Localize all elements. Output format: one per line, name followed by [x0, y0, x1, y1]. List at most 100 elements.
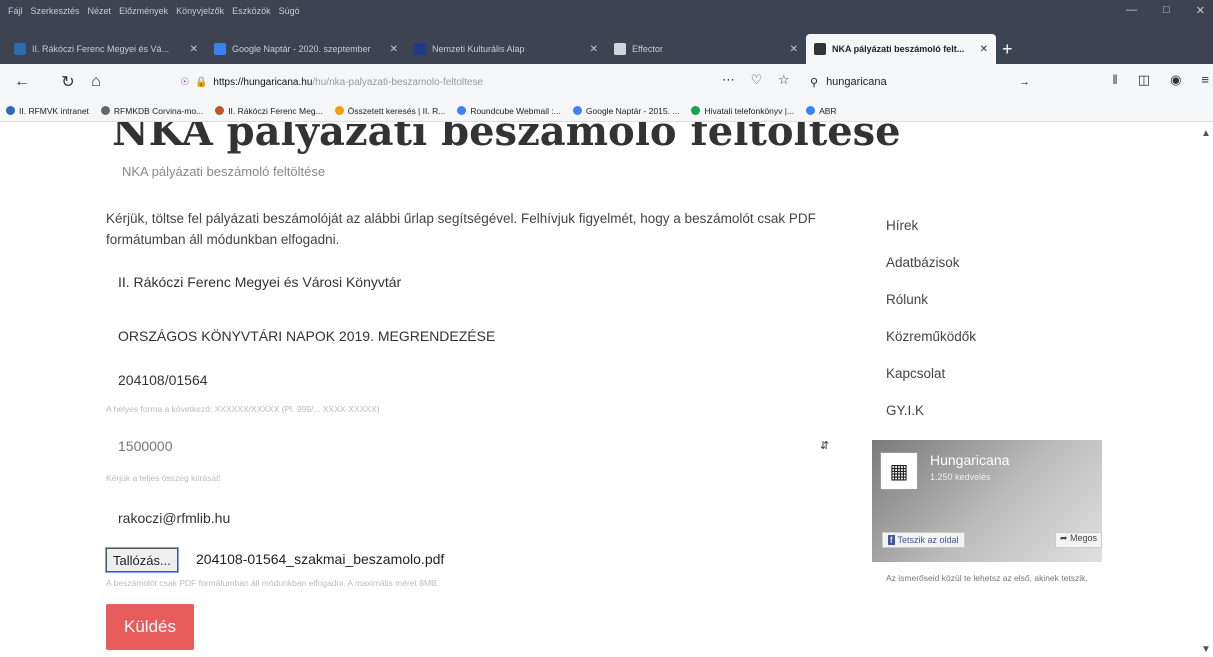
hungaricana-favicon-icon — [814, 43, 826, 55]
library-icon[interactable]: ‖ — [1112, 72, 1117, 88]
bookmark-item[interactable]: RFMKDB Corvina-mo... — [100, 106, 203, 116]
sidebar-item-databases[interactable]: Adatbázisok — [886, 255, 976, 292]
sidebar-item-contributors[interactable]: Közreműködők — [886, 329, 976, 366]
bookmark-item[interactable]: Összetett keresés | II. R... — [334, 105, 446, 116]
search-input[interactable]: ⚲ hungaricana → — [810, 70, 1030, 94]
bookmark-item[interactable]: II. RFMVK intranet — [6, 106, 89, 116]
library-favicon-icon — [14, 43, 26, 55]
menu-item-edit[interactable]: Szerkesztés — [31, 6, 80, 16]
sidebar-item-faq[interactable]: GY.I.K — [886, 403, 976, 440]
close-tab-icon[interactable]: ✕ — [390, 44, 398, 55]
scroll-up-icon[interactable]: ▲ — [1201, 128, 1211, 139]
search-value: hungaricana — [826, 76, 887, 88]
tab-rakoczi[interactable]: II. Rákóczi Ferenc Megyei és Vá... ✕ — [6, 34, 206, 64]
search-icon: ⚲ — [810, 76, 819, 89]
tab-title: NKA pályázati beszámoló felt... — [832, 44, 965, 54]
fb-page-name[interactable]: Hungaricana — [930, 452, 1009, 468]
search-go-arrow-icon[interactable]: → — [1019, 76, 1030, 88]
url-host: https://hungaricana.hu — [213, 76, 313, 88]
browser-chrome: Fájl Szerkesztés Nézet Előzmények Könyvj… — [0, 0, 1213, 122]
tab-title: Nemzeti Kulturális Alap — [432, 44, 525, 54]
bookmark-label: Roundcube Webmail :... — [470, 105, 561, 116]
amount-select[interactable]: 1500000 — [118, 438, 173, 454]
url-path: /hu/nka-palyazati-beszamolo-feltoltese — [312, 76, 484, 88]
sidebar-item-news[interactable]: Hírek — [886, 218, 976, 255]
close-tab-icon[interactable]: ✕ — [590, 44, 598, 55]
home-icon[interactable]: ⌂ — [82, 73, 110, 91]
tab-nka-report[interactable]: NKA pályázati beszámoló felt... ✕ — [806, 34, 996, 64]
facebook-page-widget[interactable]: ▦ Hungaricana 1.250 kedvelés f Tetszik az… — [872, 440, 1102, 562]
share-arrow-icon: ➦ — [1059, 533, 1068, 543]
toolbar-icons: ‖ ◫ ◉ ≡ — [1112, 72, 1209, 88]
address-bar[interactable]: ☉ 🔒 https://hungaricana.hu/hu/nka-palyaz… — [180, 70, 810, 94]
bookmark-item[interactable]: Roundcube Webmail :... — [457, 106, 561, 116]
bookmark-item[interactable]: II. Rákóczi Ferenc Meg... — [215, 105, 323, 116]
selected-file-name: 204108-01564_szakmai_beszamolo.pdf — [196, 551, 445, 567]
id-number-field[interactable]: 204108/01564 — [118, 372, 208, 388]
hamburger-menu-icon[interactable]: ≡ — [1201, 72, 1209, 88]
back-arrow-icon[interactable]: ← — [8, 73, 36, 91]
fb-share-button[interactable]: ➦ Megos — [1054, 532, 1102, 548]
nka-favicon-icon — [414, 43, 426, 55]
breadcrumb[interactable]: NKA pályázati beszámoló feltöltése — [122, 164, 325, 179]
tab-title: Effector — [632, 44, 663, 54]
intro-text: Kérjük, töltse fel pályázati beszámolójá… — [106, 211, 816, 247]
reload-icon[interactable]: ↻ — [54, 72, 82, 92]
select-updown-icon[interactable]: ⇵ — [820, 439, 829, 452]
menu-item-view[interactable]: Nézet — [88, 6, 112, 16]
navigation-bar: ← ↻ ⌂ ☉ 🔒 https://hungaricana.hu/hu/nka-… — [0, 64, 1213, 100]
bookmark-label: Google Naptár - 2015. ... — [585, 105, 680, 116]
menu-item-help[interactable]: Súgó — [279, 6, 300, 16]
close-tab-icon[interactable]: ✕ — [980, 44, 988, 55]
page-actions-icon[interactable]: ⋯ ♡ ☆ — [722, 72, 796, 88]
tab-google-calendar[interactable]: Google Naptár - 2020. szeptember ✕ — [206, 34, 406, 64]
project-field[interactable]: ORSZÁGOS KÖNYVTÁRI NAPOK 2019. MEGRENDEZ… — [118, 328, 495, 344]
page-scrollbar[interactable]: ▲ ▼ — [1199, 122, 1213, 657]
menu-item-tools[interactable]: Eszközök — [232, 6, 271, 16]
bookmark-icon — [6, 106, 15, 115]
bookmark-icon — [806, 106, 816, 115]
menu-item-bookmarks[interactable]: Könyvjelzők — [176, 6, 224, 16]
globe-icon — [100, 106, 110, 115]
close-window-icon[interactable]: ✕ — [1196, 4, 1205, 17]
fb-like-count: 1.250 kedvelés — [930, 472, 991, 482]
bookmark-item[interactable]: Hivatali telefonkönyv |... — [691, 106, 794, 116]
browse-button[interactable]: Tallózás... — [105, 547, 179, 573]
minimize-icon[interactable]: — — [1126, 4, 1137, 17]
email-field[interactable]: rakoczi@rfmlib.hu — [118, 510, 230, 526]
new-tab-button[interactable]: + — [1002, 39, 1013, 60]
menu-item-history[interactable]: Előzmények — [119, 6, 168, 16]
institution-field[interactable]: II. Rákóczi Ferenc Megyei és Városi Köny… — [118, 274, 401, 290]
file-help: A beszámolót csak PDF formátumban áll mó… — [106, 578, 440, 588]
tab-title: II. Rákóczi Ferenc Megyei és Vá... — [32, 44, 170, 54]
sidebar-icon[interactable]: ◫ — [1138, 72, 1150, 88]
calendar-favicon-icon — [214, 43, 226, 55]
fb-friends-note: Az ismerőseid közül te lehetsz az első, … — [886, 573, 1088, 583]
submit-button[interactable]: Küldés — [106, 604, 194, 650]
bookmark-icon — [691, 106, 701, 115]
bookmark-label: II. Rákóczi Ferenc Meg... — [228, 105, 323, 116]
close-tab-icon[interactable]: ✕ — [190, 44, 198, 55]
bookmark-label: Összetett keresés | II. R... — [347, 105, 446, 116]
maximize-icon[interactable]: □ — [1163, 4, 1170, 17]
bookmark-item[interactable]: ABR — [806, 106, 837, 116]
close-tab-icon[interactable]: ✕ — [790, 44, 798, 55]
sidebar-item-about[interactable]: Rólunk — [886, 292, 976, 329]
facebook-icon: f — [888, 535, 895, 545]
lock-icon: 🔒 — [194, 76, 208, 88]
tab-effector[interactable]: Effector ✕ — [606, 34, 806, 64]
sidebar-nav: Hírek Adatbázisok Rólunk Közreműködők Ka… — [886, 218, 976, 440]
sidebar-item-contact[interactable]: Kapcsolat — [886, 366, 976, 403]
hungaricana-logo-icon: ▦ — [880, 452, 918, 490]
menu-item-file[interactable]: Fájl — [8, 6, 23, 16]
tab-nka[interactable]: Nemzeti Kulturális Alap ✕ — [406, 34, 606, 64]
scroll-down-icon[interactable]: ▼ — [1201, 644, 1211, 655]
calendar-icon — [572, 106, 582, 115]
bookmark-item[interactable]: Google Naptár - 2015. ... — [572, 105, 680, 116]
id-number-help: A helyes forma a következő: XXXXXX/XXXXX… — [106, 404, 380, 414]
shield-icon: ☉ — [180, 76, 189, 88]
fb-like-button[interactable]: f Tetszik az oldal — [882, 532, 965, 548]
effector-favicon-icon — [614, 43, 626, 55]
account-icon[interactable]: ◉ — [1170, 72, 1181, 88]
bookmark-icon — [334, 106, 344, 115]
